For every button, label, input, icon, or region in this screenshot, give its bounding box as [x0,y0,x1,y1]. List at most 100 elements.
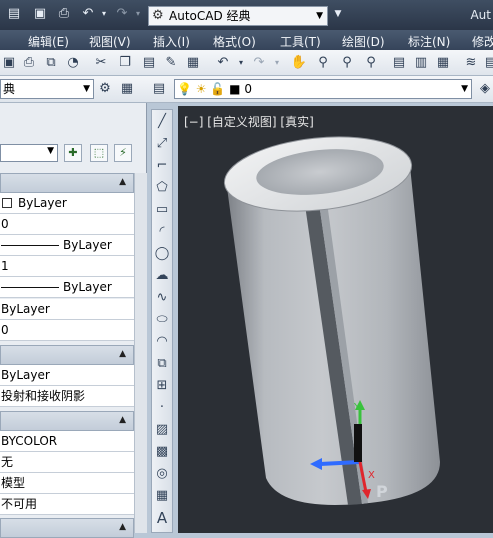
layer-manager-icon[interactable]: ≋ [462,54,480,72]
properties-header: ▼ ✚ ⬚ ⚡ [0,140,147,164]
calculator-icon[interactable]: ▤ [482,54,493,72]
circle-icon[interactable]: ◯ [152,244,172,264]
style-combo[interactable]: 典 ▼ [0,79,94,99]
collapse-icon: ▲ [119,415,126,425]
layer-combo[interactable]: 💡 ☀ 🔓 ■ 0 ▼ [174,79,472,99]
quick-select-icon[interactable]: ⚡ [114,144,132,162]
section-plot-style-header[interactable]: ▲ [0,411,134,431]
region-icon[interactable]: ◎ [152,464,172,484]
construction-line-icon[interactable]: ⤢ [152,134,172,154]
redo-icon[interactable]: ↷ [250,54,268,72]
3d-dwf-icon[interactable]: ◔ [64,54,82,72]
paste-icon[interactable]: ▤ [140,54,158,72]
make-current-layer-icon[interactable]: ◈ [476,80,493,98]
point-icon[interactable]: · [152,398,172,418]
polygon-icon[interactable]: ⬠ [152,178,172,198]
prop-plot-style-value: BYCOLOR [1,434,58,448]
drawing-viewport[interactable]: [−] [自定义视图] [真实] Y X P [178,106,493,533]
pan-icon[interactable]: ✋ [290,54,308,72]
ellipse-arc-icon[interactable]: ◠ [152,332,172,352]
redo-icon[interactable]: ↷ [114,6,130,22]
draw-toolbar: ╱ ⤢ ⌐ ⬠ ▭ ◜ ◯ ☁ ∿ ⬭ ◠ ⧉ ⊞ · ▨ ▩ ◎ ▦ A [151,109,173,533]
print-icon[interactable]: ⎙ [56,6,72,22]
section-general-header[interactable]: ▲ [0,173,134,193]
prop-attached-to-row[interactable]: 模型 [0,473,134,494]
spline-icon[interactable]: ∿ [152,288,172,308]
pickadd-icon[interactable]: ✚ [64,144,82,162]
prop-plot-table-type-value: 不可用 [1,497,38,511]
multiline-text-icon[interactable]: A [152,508,172,528]
block-editor-icon[interactable]: ▦ [184,54,202,72]
chevron-down-icon: ▼ [461,84,468,94]
table-icon[interactable]: ▦ [152,486,172,506]
redo-dropdown-icon[interactable]: ▾ [268,54,286,72]
prop-layer-row[interactable]: 0 [0,214,134,235]
prop-linetype-row[interactable]: ByLayer [0,235,134,256]
section-3d-visual-header[interactable]: ▲ [0,345,134,365]
menu-dimension[interactable]: 标注(N) [408,33,450,50]
line-icon[interactable]: ╱ [152,112,172,132]
panel-scrollbar[interactable] [134,173,147,533]
cut-icon[interactable]: ✂ [92,54,110,72]
undo-icon[interactable]: ↶ [214,54,232,72]
menu-edit[interactable]: 编辑(E) [28,33,69,50]
watermark: P [376,482,388,501]
save-icon[interactable]: ▣ [32,6,48,22]
redo-dropdown-icon[interactable]: ▾ [130,6,146,22]
undo-icon[interactable]: ↶ [80,6,96,22]
prop-transparency-value: ByLayer [1,302,50,316]
new-file-icon[interactable]: ▤ [6,6,22,22]
insert-block-icon[interactable]: ⧉ [152,354,172,374]
copy-icon[interactable]: ❐ [116,54,134,72]
section-view-header[interactable]: ▲ [0,518,134,538]
ellipse-icon[interactable]: ⬭ [152,310,172,330]
prop-transparency-row[interactable]: ByLayer [0,299,134,320]
ucs-y-label: Y [354,402,361,413]
save-icon[interactable]: ▣ [0,54,18,72]
prop-color-row[interactable]: ByLayer [0,193,134,214]
menu-format[interactable]: 格式(O) [213,33,256,50]
prop-linetype-value: ByLayer [63,238,112,252]
menu-view[interactable]: 视图(V) [89,33,131,50]
linetype-sample [1,245,59,246]
prop-thickness-row[interactable]: 0 [0,320,134,341]
prop-linetype-scale-value: 1 [1,259,9,273]
zoom-previous-icon[interactable]: ⚲ [362,54,380,72]
design-center-icon[interactable]: ▥ [412,54,430,72]
menu-draw[interactable]: 绘图(D) [342,33,385,50]
prop-plot-style-row[interactable]: BYCOLOR [0,431,134,452]
revision-cloud-icon[interactable]: ☁ [152,266,172,286]
prop-plot-table-type-row[interactable]: 不可用 [0,494,134,515]
gradient-icon[interactable]: ▩ [152,442,172,462]
hatch-icon[interactable]: ▨ [152,420,172,440]
make-block-icon[interactable]: ⊞ [152,376,172,396]
match-properties-icon[interactable]: ✎ [162,54,180,72]
undo-dropdown-icon[interactable]: ▾ [96,6,112,22]
collapse-icon: ▲ [119,177,126,187]
menu-insert[interactable]: 插入(I) [153,33,190,50]
zoom-realtime-icon[interactable]: ⚲ [314,54,332,72]
selection-combo[interactable]: ▼ [0,144,58,162]
polyline-icon[interactable]: ⌐ [152,156,172,176]
rectangle-icon[interactable]: ▭ [152,200,172,220]
workspace-selector[interactable]: ⚙ AutoCAD 经典 ▼ [148,6,328,26]
prop-shadow-row[interactable]: 投射和接收阴影 [0,386,134,407]
menu-modify[interactable]: 修改 [472,33,493,50]
zoom-window-icon[interactable]: ⚲ [338,54,356,72]
gear-icon[interactable]: ⚙ [96,80,114,98]
layer-properties-icon[interactable]: ▤ [150,80,168,98]
publish-icon[interactable]: ⧉ [42,54,60,72]
prop-linetype-scale-row[interactable]: 1 [0,256,134,277]
arc-icon[interactable]: ◜ [152,222,172,242]
properties-icon[interactable]: ▤ [390,54,408,72]
prop-plot-table-row[interactable]: 无 [0,452,134,473]
plot-preview-icon[interactable]: ⎙ [20,54,38,72]
customize-qat-icon[interactable]: ▼ [330,6,346,22]
prop-material-row[interactable]: ByLayer [0,365,134,386]
workspace-settings-icon[interactable]: ▦ [118,80,136,98]
select-objects-icon[interactable]: ⬚ [90,144,108,162]
tool-palettes-icon[interactable]: ▦ [434,54,452,72]
undo-dropdown-icon[interactable]: ▾ [232,54,250,72]
menu-tools[interactable]: 工具(T) [280,33,321,50]
prop-lineweight-row[interactable]: ByLayer [0,277,134,298]
